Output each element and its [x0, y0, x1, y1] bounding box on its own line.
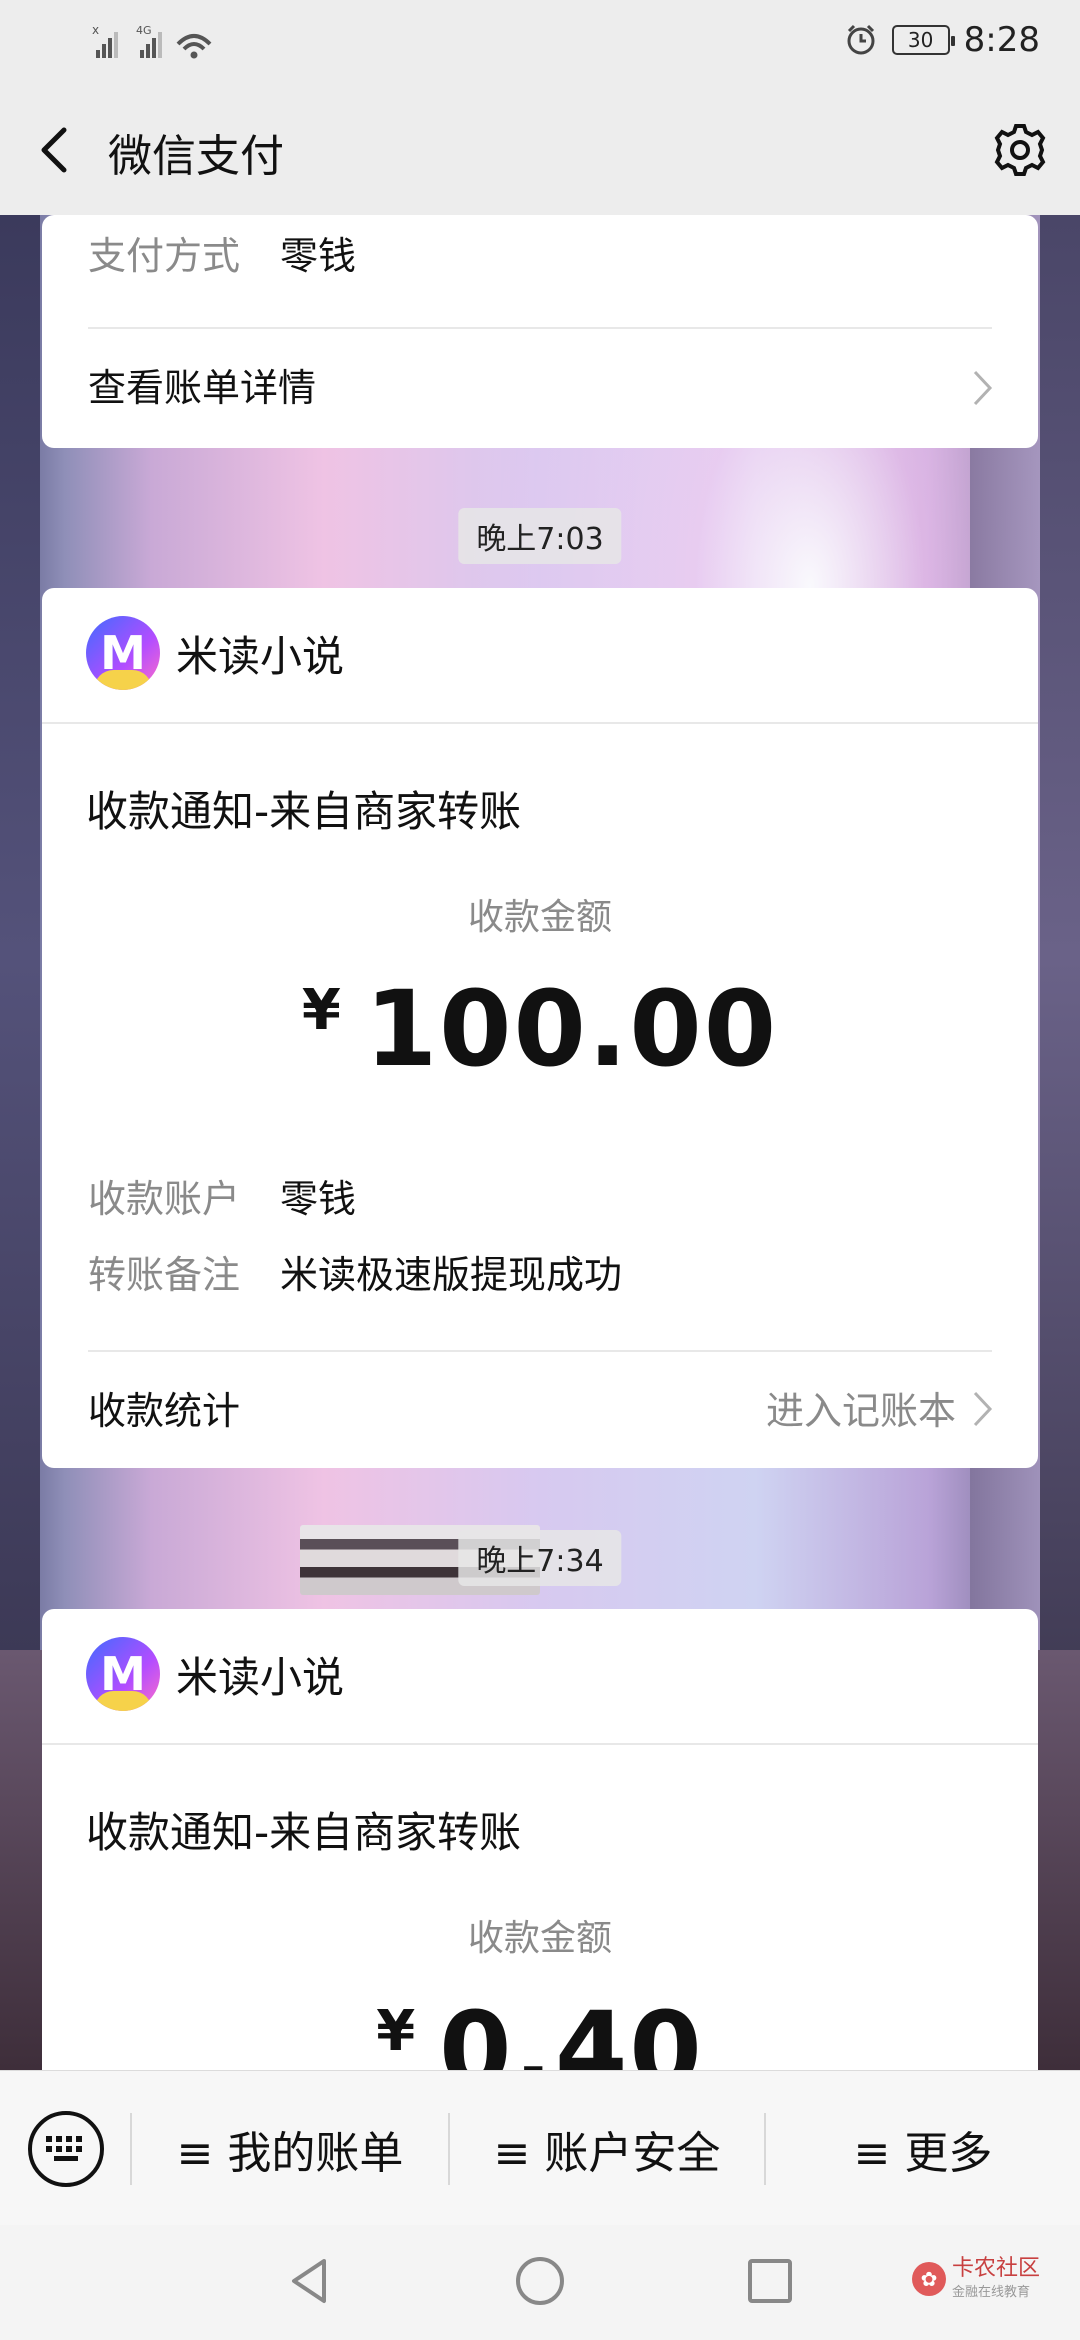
svg-text:x: x — [92, 23, 99, 37]
system-nav-bar: ✿ 卡农社区 金融在线教育 — [0, 2225, 1080, 2340]
merchant-logo: M — [86, 616, 160, 690]
menu-item-label: ≡ 账户安全 — [493, 2128, 721, 2179]
account-row: 收款账户 零钱 — [88, 1168, 356, 1223]
network-type: 4G — [136, 24, 152, 37]
payment-notice-card[interactable]: M 米读小说 收款通知-来自商家转账 收款金额 ¥100.00 收款账户 零钱 … — [42, 588, 1038, 1468]
watermark-subtitle: 金融在线教育 — [951, 2285, 1030, 2301]
header: 微信支付 — [0, 84, 1080, 215]
payment-card-partial: 支付方式 零钱 查看账单详情 — [42, 215, 1038, 448]
menu-item-label: ≡ 更多 — [853, 2128, 993, 2179]
menu-more[interactable]: ≡ 更多 — [766, 2109, 1080, 2189]
notice-title: 收款通知-来自商家转账 — [86, 787, 522, 836]
status-bar: x 4G 30 8:28 — [0, 0, 1080, 84]
merchant-name: 米读小说 — [176, 631, 345, 681]
currency-symbol: ¥ — [376, 1999, 416, 2064]
bottom-menu: ≡ 我的账单 ≡ 账户安全 ≡ 更多 — [0, 2070, 1080, 2225]
amount-value: 0.40 — [439, 1989, 704, 2070]
alarm-icon — [847, 24, 875, 55]
back-arrow-icon[interactable] — [30, 122, 82, 178]
remark-label: 转账备注 — [88, 1253, 241, 1297]
payment-notice-card[interactable]: M 米读小说 收款通知-来自商家转账 收款金额 ¥0.40 — [42, 1609, 1038, 2070]
amount-value: 100.00 — [364, 968, 779, 1090]
nav-home-icon[interactable] — [510, 2251, 570, 2311]
nav-recents-icon[interactable] — [740, 2251, 800, 2311]
pay-method-label: 支付方式 — [88, 234, 241, 278]
message-time: 晚上7:34 — [458, 1530, 622, 1586]
merchant-header[interactable]: M 米读小说 — [86, 616, 344, 690]
status-time: 8:28 — [963, 20, 1040, 60]
divider — [42, 1743, 1038, 1745]
message-time: 晚上7:03 — [458, 508, 622, 564]
page-title: 微信支付 — [108, 131, 284, 182]
merchant-name: 米读小说 — [176, 1652, 345, 1702]
pay-method-row: 支付方式 零钱 — [88, 225, 356, 280]
payment-stats-link[interactable]: 收款统计 进入记账本 — [42, 1352, 1038, 1468]
amount-label: 收款金额 — [467, 897, 612, 938]
merchant-header[interactable]: M 米读小说 — [86, 1637, 344, 1711]
view-bill-details-link[interactable]: 查看账单详情 — [42, 329, 1038, 448]
amount-display: ¥0.40 — [42, 1989, 1038, 2070]
menu-item-label: ≡ 我的账单 — [176, 2128, 404, 2179]
gear-icon[interactable] — [990, 120, 1050, 180]
currency-symbol: ¥ — [301, 978, 341, 1043]
divider — [42, 722, 1038, 724]
stats-label: 收款统计 — [88, 1389, 241, 1433]
watermark: ✿ 卡农社区 金融在线教育 — [911, 2256, 1040, 2301]
keyboard-icon[interactable] — [28, 2111, 104, 2187]
stats-link-text: 进入记账本 — [765, 1389, 956, 1433]
remark-row: 转账备注 米读极速版提现成功 — [88, 1244, 622, 1299]
nav-back-icon[interactable] — [280, 2251, 340, 2311]
amount-display: ¥100.00 — [42, 968, 1038, 1090]
battery-indicator: 30 — [891, 25, 955, 55]
watermark-title: 卡农社区 — [951, 2256, 1040, 2281]
menu-my-bills[interactable]: ≡ 我的账单 — [132, 2109, 448, 2189]
menu-account-security[interactable]: ≡ 账户安全 — [450, 2109, 764, 2189]
account-value: 零钱 — [280, 1177, 357, 1221]
pay-method-value: 零钱 — [280, 234, 357, 278]
signal-wifi-icon: x 4G — [92, 23, 212, 59]
notice-title: 收款通知-来自商家转账 — [86, 1808, 522, 1857]
account-label: 收款账户 — [88, 1177, 241, 1221]
amount-label: 收款金额 — [467, 1918, 612, 1959]
view-bill-label: 查看账单详情 — [88, 366, 317, 410]
remark-value: 米读极速版提现成功 — [280, 1253, 623, 1297]
chevron-right-icon — [972, 369, 994, 407]
watermark-logo: ✿ — [911, 2261, 946, 2296]
merchant-logo: M — [86, 1637, 160, 1711]
chevron-right-icon — [972, 1390, 994, 1428]
